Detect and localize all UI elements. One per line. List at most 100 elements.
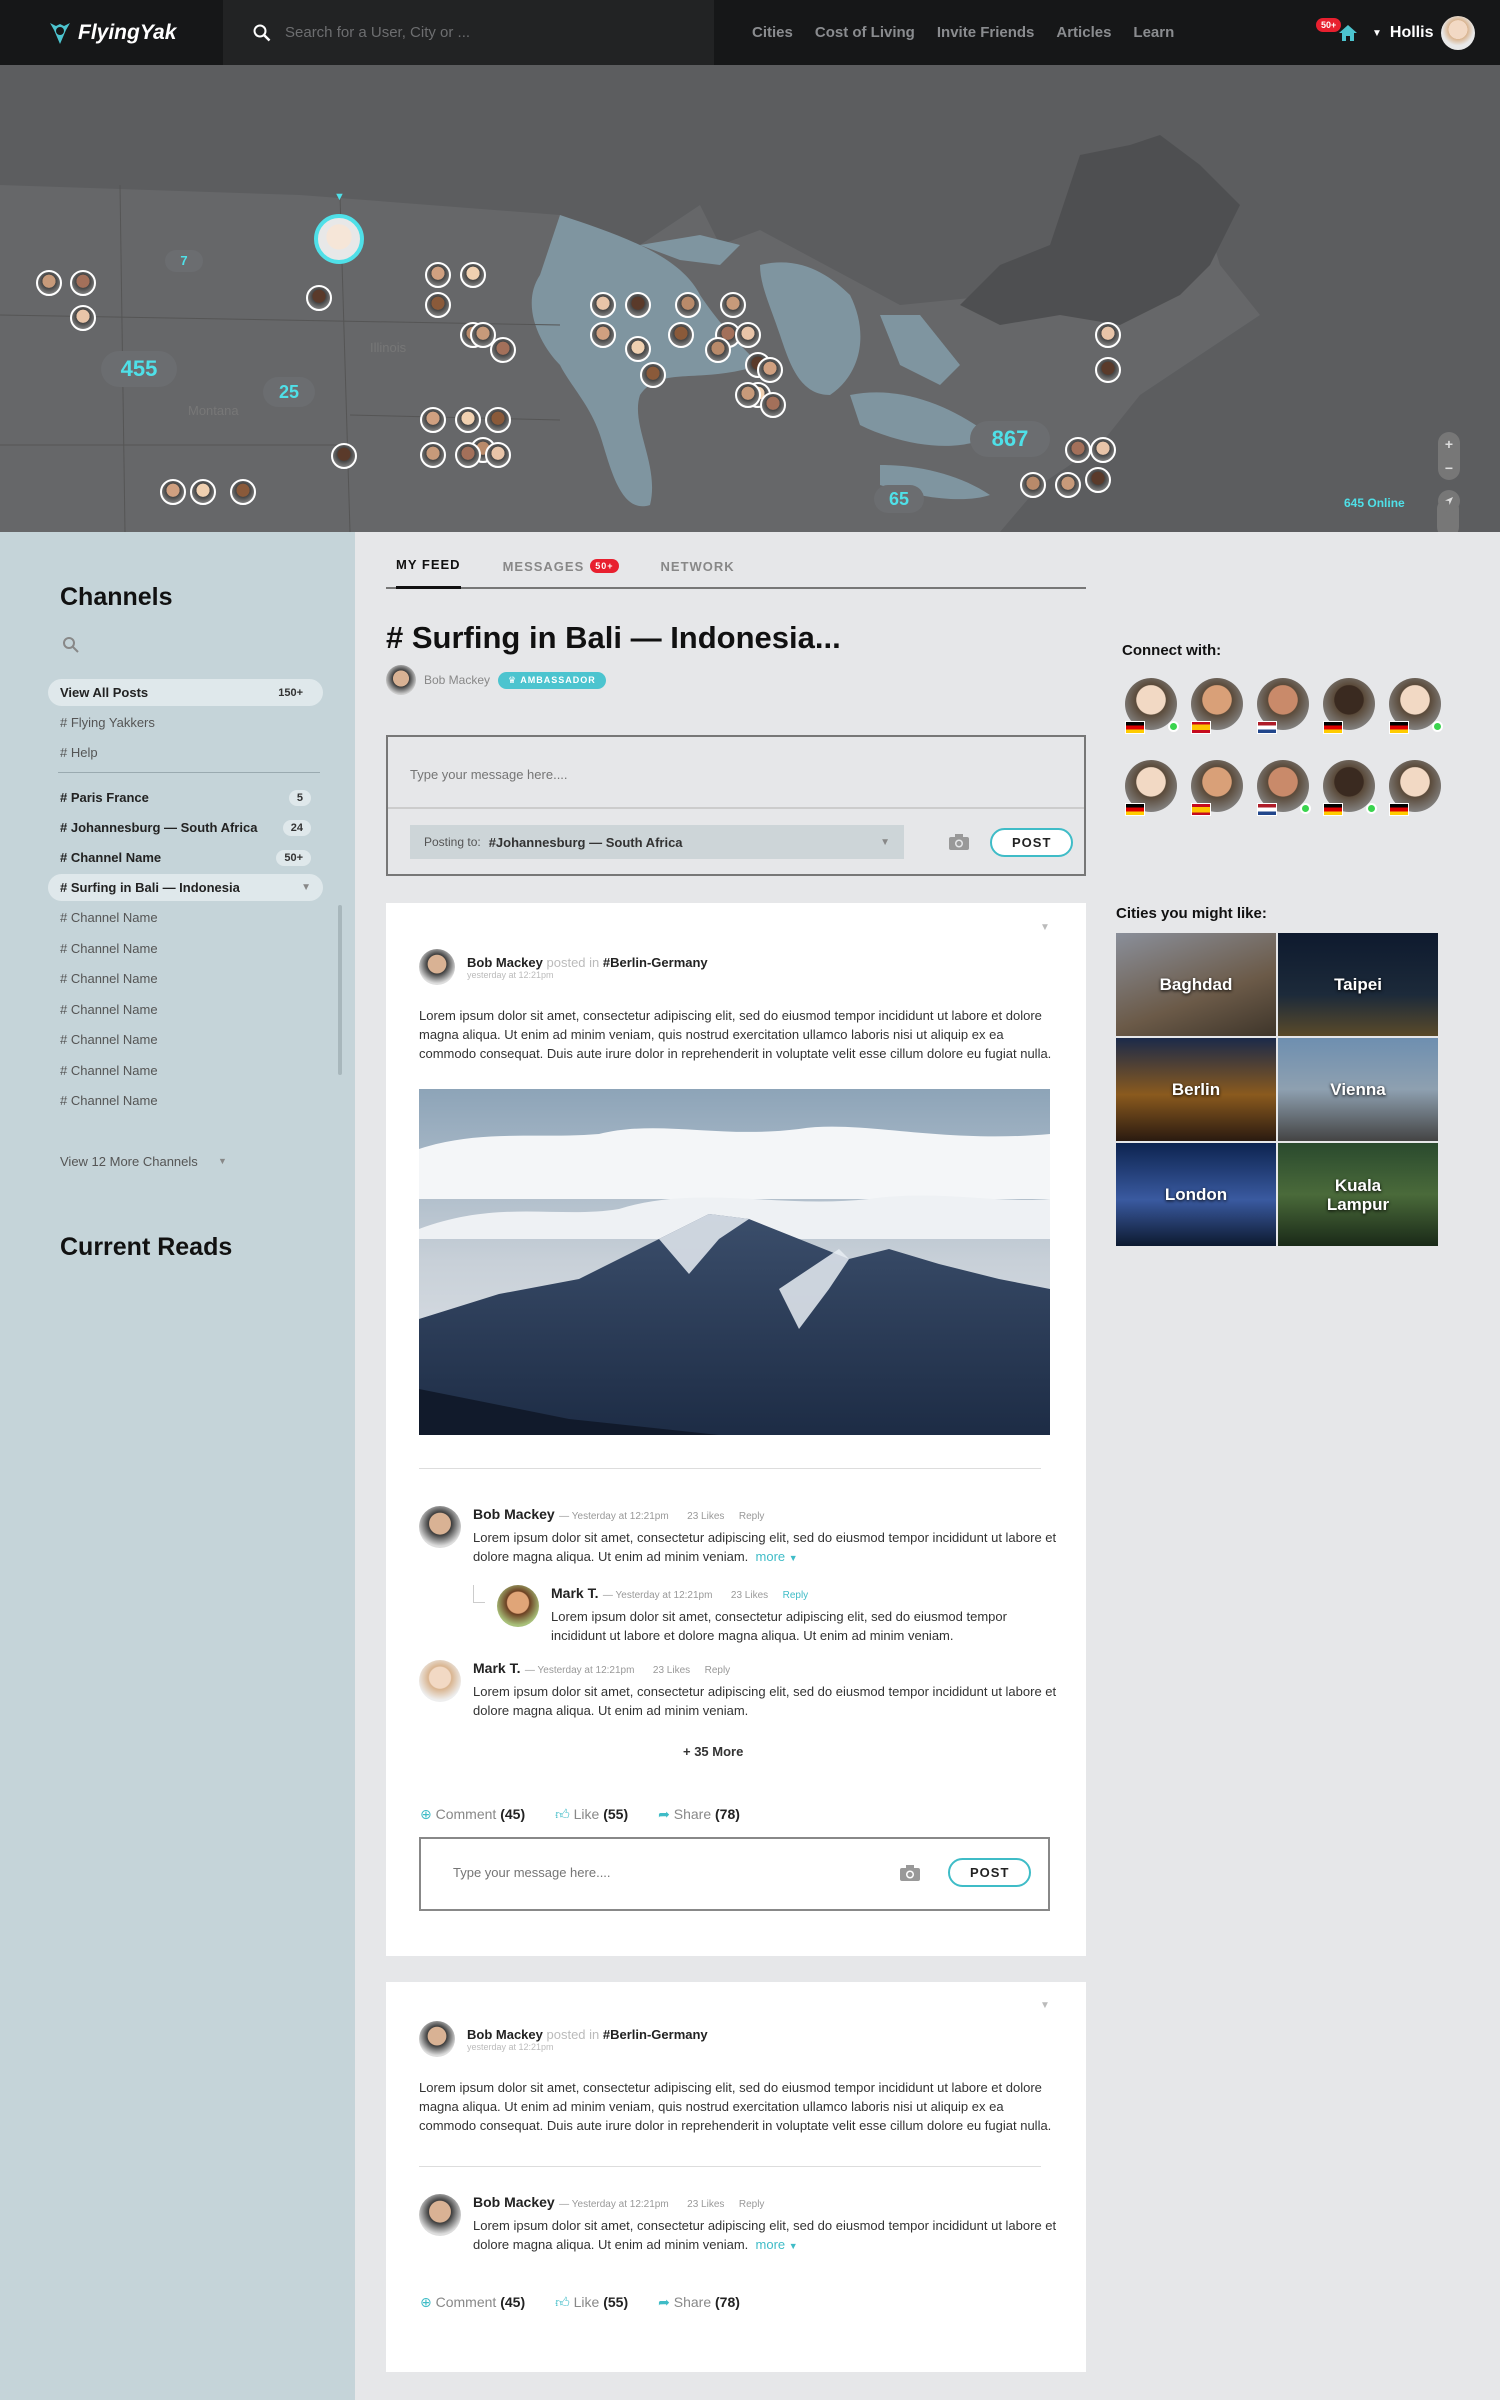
comment-likes[interactable]: 23 Likes xyxy=(731,1590,768,1601)
connect-user[interactable] xyxy=(1125,678,1179,734)
connect-user[interactable] xyxy=(1389,760,1441,816)
city-tile-kuala-lampur[interactable]: Kuala Lampur xyxy=(1278,1143,1438,1246)
map-avatar[interactable] xyxy=(1090,437,1116,463)
channel-item[interactable]: # Channel Name xyxy=(48,904,323,931)
map-avatar[interactable] xyxy=(675,292,701,318)
zoom-out-button[interactable]: − xyxy=(1445,460,1453,476)
map-avatar[interactable] xyxy=(455,442,481,468)
owner-name[interactable]: Bob Mackey xyxy=(424,673,490,687)
comment-likes[interactable]: 23 Likes xyxy=(653,1665,690,1676)
channel-item[interactable]: # Channel Name xyxy=(48,935,323,962)
user-menu[interactable]: ▼ Hollis xyxy=(1372,16,1476,50)
channel-johannesburg[interactable]: # Johannesburg — South Africa 24 xyxy=(48,814,323,841)
map-avatar[interactable] xyxy=(460,262,486,288)
sidebar-scrollbar[interactable] xyxy=(338,905,342,1075)
map-avatar[interactable] xyxy=(455,407,481,433)
city-tile-baghdad[interactable]: Baghdad xyxy=(1116,933,1276,1036)
camera-icon[interactable] xyxy=(948,833,970,851)
reply-link[interactable]: Reply xyxy=(783,1590,809,1601)
connect-user[interactable] xyxy=(1257,678,1309,734)
channel-flying-yakkers[interactable]: # Flying Yakkers xyxy=(48,709,323,736)
channel-name[interactable]: # Channel Name 50+ xyxy=(48,844,323,871)
commenter-name[interactable]: Bob Mackey xyxy=(473,2194,555,2210)
channel-paris[interactable]: # Paris France 5 xyxy=(48,784,323,811)
map-avatar[interactable] xyxy=(425,262,451,288)
tab-my-feed[interactable]: MY FEED xyxy=(396,556,461,589)
author-avatar[interactable] xyxy=(419,949,455,985)
reply-link[interactable]: Reply xyxy=(739,1511,765,1522)
share-action[interactable]: ➦ Share (78) xyxy=(658,2294,740,2311)
channel-view-all[interactable]: View All Posts 150+ xyxy=(48,679,323,706)
nav-cost-of-living[interactable]: Cost of Living xyxy=(815,24,915,41)
map-cluster[interactable]: 7 xyxy=(165,250,203,272)
map-avatar[interactable] xyxy=(160,479,186,505)
comment-action[interactable]: ⊕ Comment (45) xyxy=(420,2294,525,2311)
channel-item[interactable]: # Channel Name xyxy=(48,1087,323,1114)
map-avatar[interactable] xyxy=(331,443,357,469)
map-avatar-selected[interactable] xyxy=(314,214,364,264)
map-avatar[interactable] xyxy=(70,270,96,296)
owner-avatar[interactable] xyxy=(386,665,416,695)
map-avatar[interactable] xyxy=(420,407,446,433)
channel-item[interactable]: # Channel Name xyxy=(48,965,323,992)
commenter-avatar[interactable] xyxy=(419,1506,461,1548)
more-link[interactable]: more xyxy=(756,1549,786,1564)
channel-search-icon[interactable] xyxy=(62,636,80,654)
map-avatar[interactable] xyxy=(625,336,651,362)
map-avatar[interactable] xyxy=(490,337,516,363)
post-options-chevron-icon[interactable]: ▼ xyxy=(1040,2000,1050,2011)
map-avatar[interactable] xyxy=(36,270,62,296)
channel-item[interactable]: # Channel Name xyxy=(48,1057,323,1084)
comment-action[interactable]: ⊕ Comment (45) xyxy=(420,1806,525,1823)
reply-link[interactable]: Reply xyxy=(705,1665,731,1676)
posting-to-select[interactable]: Posting to: #Johannesburg — South Africa… xyxy=(410,825,904,859)
connect-user[interactable] xyxy=(1191,760,1243,816)
map-avatar[interactable] xyxy=(230,479,256,505)
comment-likes[interactable]: 23 Likes xyxy=(687,2199,724,2210)
like-action[interactable]: 👍︎ Like (55) xyxy=(555,2294,628,2311)
city-tile-berlin[interactable]: Berlin xyxy=(1116,1038,1276,1141)
zoom-in-button[interactable]: + xyxy=(1445,436,1453,452)
author-name[interactable]: Bob Mackey xyxy=(467,2027,543,2042)
map-avatar[interactable] xyxy=(485,442,511,468)
search-input[interactable] xyxy=(285,24,685,41)
logo[interactable]: FlyingYak xyxy=(48,16,176,50)
map-avatar[interactable] xyxy=(306,285,332,311)
commenter-avatar[interactable] xyxy=(419,1660,461,1702)
nav-learn[interactable]: Learn xyxy=(1133,24,1174,41)
map-avatar[interactable] xyxy=(1095,322,1121,348)
channel-item[interactable]: # Channel Name xyxy=(48,1026,323,1053)
post-image[interactable] xyxy=(419,1089,1050,1435)
like-action[interactable]: 👍︎ Like (55) xyxy=(555,1806,628,1823)
city-tile-vienna[interactable]: Vienna xyxy=(1278,1038,1438,1141)
map-avatar[interactable] xyxy=(1085,467,1111,493)
commenter-avatar[interactable] xyxy=(419,2194,461,2236)
map-avatar[interactable] xyxy=(590,292,616,318)
map-avatar[interactable] xyxy=(1020,472,1046,498)
view-more-channels[interactable]: View 12 More Channels xyxy=(48,1148,323,1175)
map-avatar[interactable] xyxy=(668,322,694,348)
connect-user[interactable] xyxy=(1125,760,1177,816)
post-button[interactable]: POST xyxy=(990,828,1074,857)
map-avatar[interactable] xyxy=(1055,472,1081,498)
map-avatar[interactable] xyxy=(720,292,746,318)
map-cluster[interactable]: 65 xyxy=(874,485,924,513)
map-avatar[interactable] xyxy=(190,479,216,505)
reply-input[interactable] xyxy=(453,1865,873,1880)
map-avatar[interactable] xyxy=(425,292,451,318)
channel-help[interactable]: # Help xyxy=(48,739,323,766)
comment-likes[interactable]: 23 Likes xyxy=(687,1511,724,1522)
home-notification[interactable]: 50+ xyxy=(1310,18,1362,48)
post-options-chevron-icon[interactable]: ▼ xyxy=(1040,922,1050,933)
post-channel-link[interactable]: #Berlin-Germany xyxy=(603,2027,708,2042)
map-cluster[interactable]: 25 xyxy=(263,377,315,407)
tab-network[interactable]: NETWORK xyxy=(661,556,735,576)
map-avatar[interactable] xyxy=(420,442,446,468)
map-avatar[interactable] xyxy=(70,305,96,331)
reply-post-button[interactable]: POST xyxy=(948,1858,1032,1887)
map-avatar[interactable] xyxy=(757,357,783,383)
map-avatar[interactable] xyxy=(590,322,616,348)
connect-user[interactable] xyxy=(1323,760,1377,816)
city-tile-london[interactable]: London xyxy=(1116,1143,1276,1246)
reply-link[interactable]: Reply xyxy=(739,2199,765,2210)
